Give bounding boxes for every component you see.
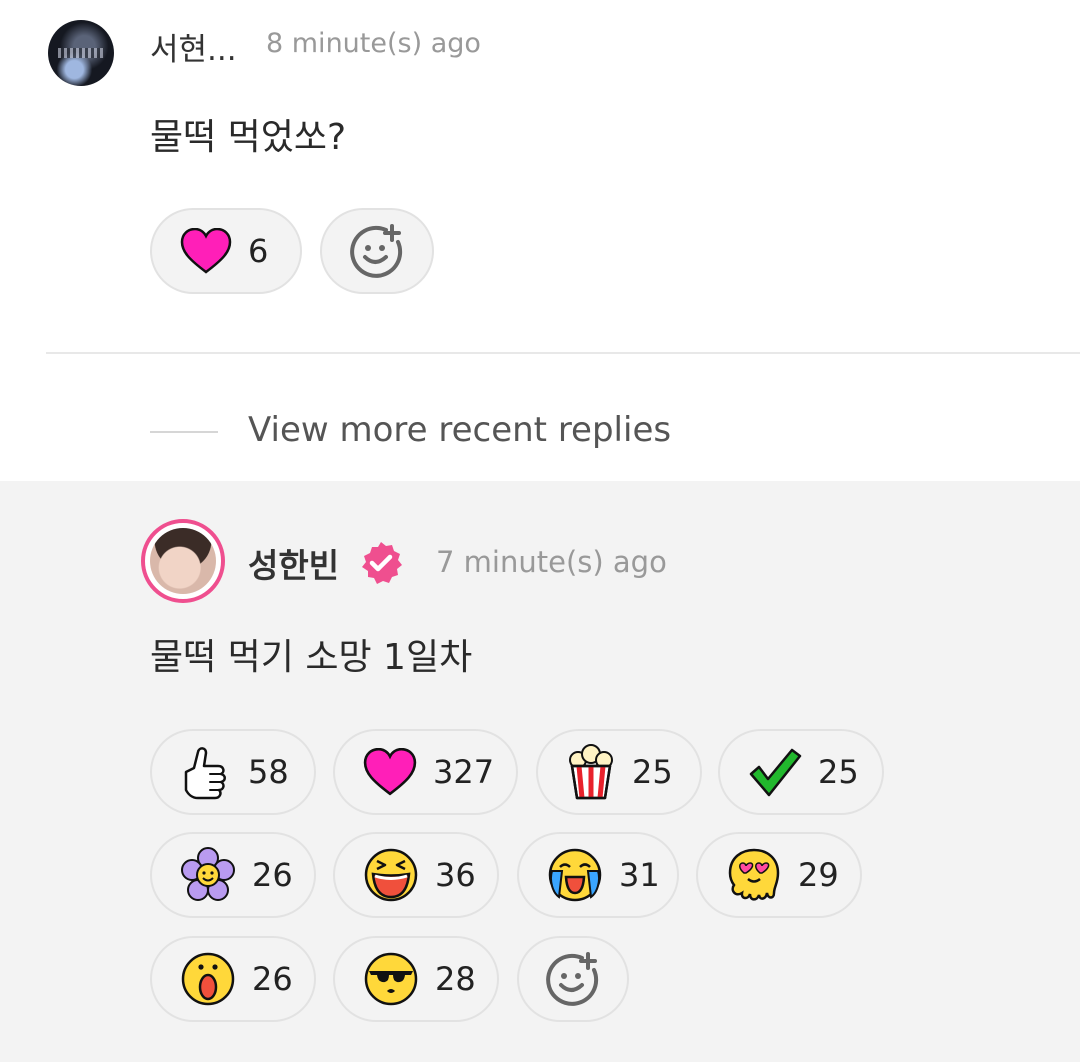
heart-icon [180, 228, 232, 274]
reaction-laughing-button[interactable]: 36 [333, 832, 499, 918]
reaction-popcorn-button[interactable]: 25 [536, 729, 702, 815]
reaction-surprised-button[interactable]: 26 [150, 936, 316, 1022]
laughing-face-icon [363, 847, 419, 903]
reaction-count: 25 [818, 753, 859, 791]
thumbs-up-icon [180, 744, 232, 800]
add-emoji-icon [350, 224, 404, 278]
comment-author[interactable]: 서현... [150, 24, 237, 69]
reaction-crying-button[interactable]: 31 [517, 832, 679, 918]
divider [46, 352, 1080, 354]
comment-text: 물떡 먹었쏘? [150, 117, 347, 158]
reaction-flower-button[interactable]: 26 [150, 832, 316, 918]
reaction-count: 6 [248, 232, 269, 270]
melting-heart-eyes-icon [726, 847, 782, 903]
heart-icon [363, 748, 417, 796]
add-reaction-button[interactable] [517, 936, 629, 1022]
reaction-count: 25 [632, 753, 673, 791]
reaction-count: 29 [798, 856, 839, 894]
reply-author[interactable]: 성한빈 [248, 539, 339, 587]
add-emoji-icon [546, 952, 600, 1006]
reaction-heart-button[interactable]: 327 [333, 729, 518, 815]
popcorn-icon [566, 744, 616, 800]
reaction-melting-heart-eyes-button[interactable]: 29 [696, 832, 862, 918]
avatar[interactable] [48, 20, 114, 86]
comment-thread: 서현... 8 minute(s) ago 물떡 먹었쏘? 6 View mor… [0, 0, 1080, 1062]
reaction-count: 26 [252, 856, 293, 894]
reaction-count: 26 [252, 960, 293, 998]
reaction-count: 58 [248, 753, 289, 791]
reaction-count: 31 [619, 856, 660, 894]
reaction-heart-button[interactable]: 6 [150, 208, 302, 294]
surprised-face-icon [180, 951, 236, 1007]
add-reaction-button[interactable] [320, 208, 434, 294]
reaction-sunglasses-button[interactable]: 28 [333, 936, 499, 1022]
check-mark-icon [748, 747, 802, 797]
reaction-check-mark-button[interactable]: 25 [718, 729, 884, 815]
reply-text: 물떡 먹기 소망 1일차 [150, 637, 473, 678]
sunglasses-face-icon [363, 951, 419, 1007]
reaction-count: 36 [435, 856, 476, 894]
avatar[interactable] [141, 519, 225, 603]
view-more-replies-link[interactable]: View more recent replies [248, 410, 671, 450]
reaction-count: 28 [435, 960, 476, 998]
reply-timestamp: 7 minute(s) ago [436, 545, 667, 579]
reaction-count: 327 [433, 753, 495, 791]
crying-face-icon [547, 847, 603, 903]
avatar-photo [150, 528, 216, 594]
verified-badge-icon [358, 540, 404, 590]
view-more-line [150, 431, 218, 433]
reaction-thumbs-up-button[interactable]: 58 [150, 729, 316, 815]
comment-timestamp: 8 minute(s) ago [266, 28, 481, 59]
flower-icon [180, 847, 236, 903]
